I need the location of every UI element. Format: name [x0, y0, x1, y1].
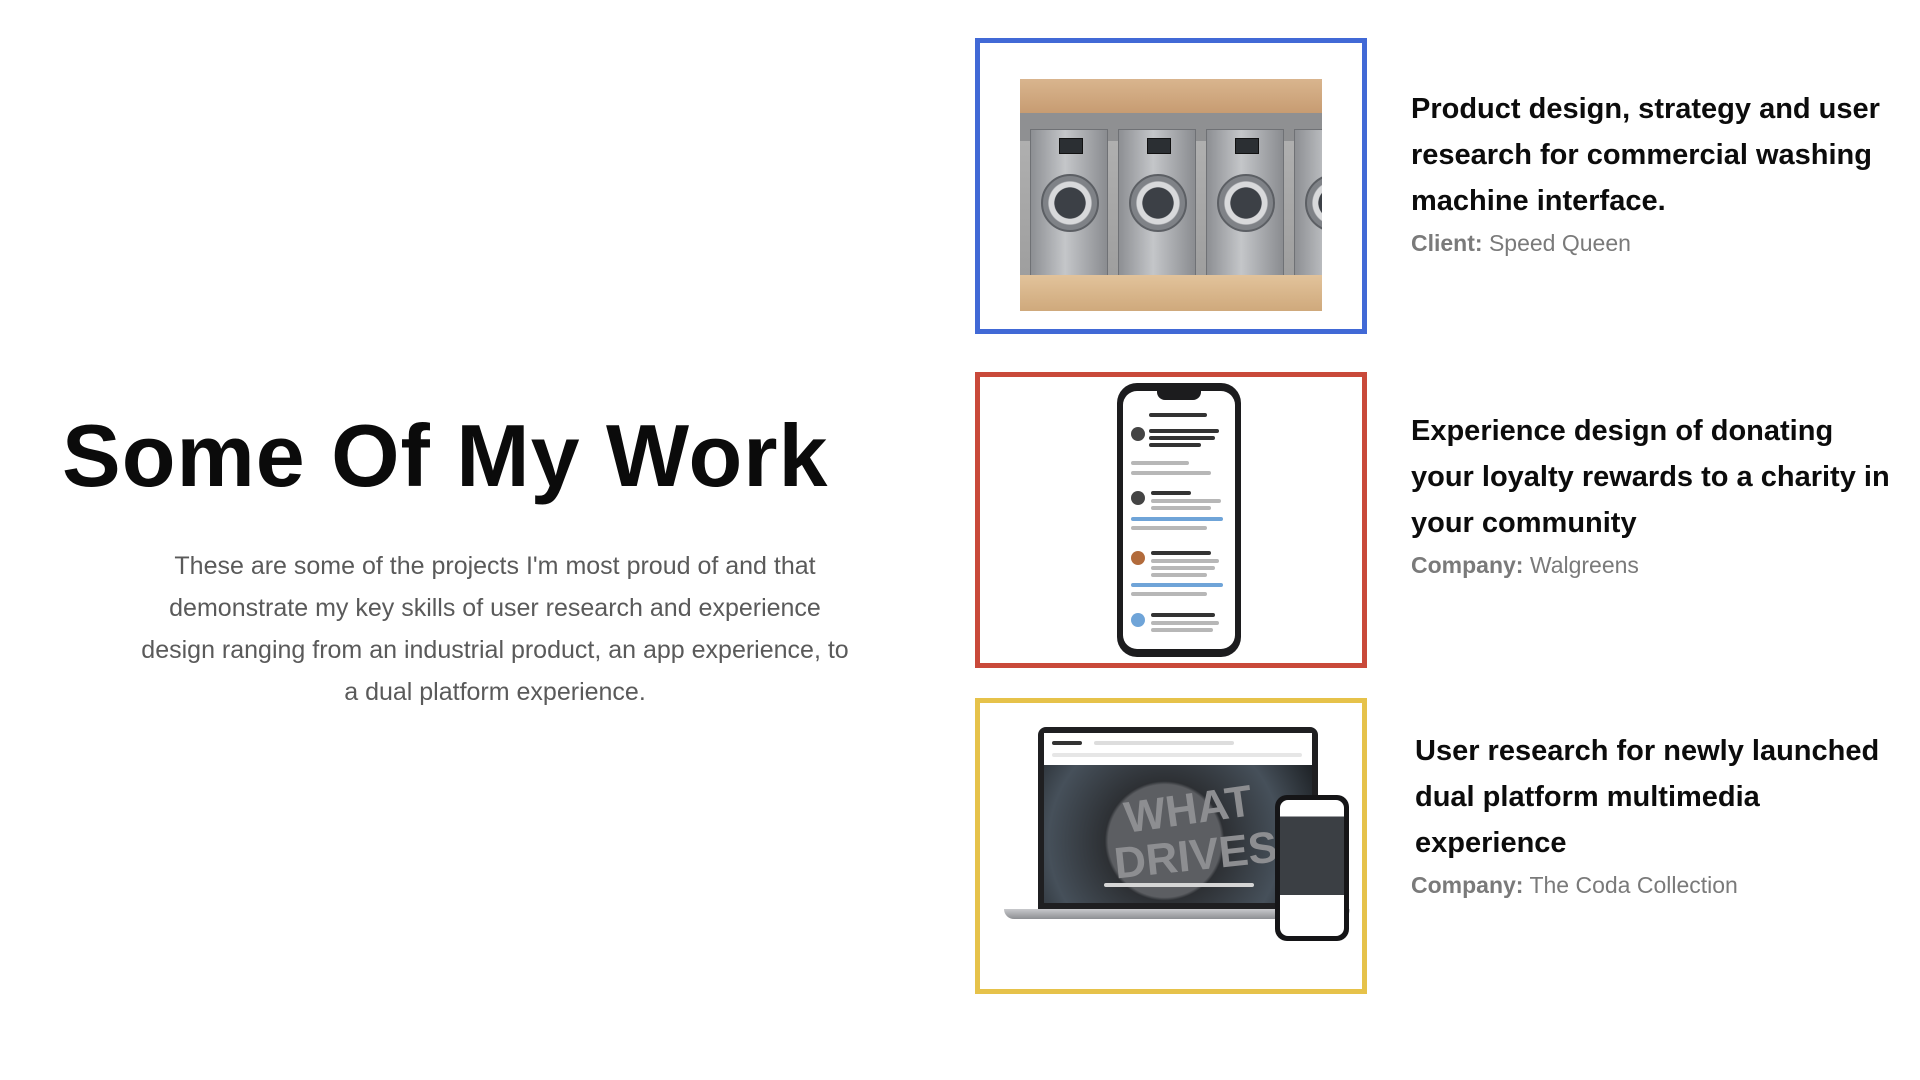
- project-description: Experience design of donating your loyal…: [1411, 408, 1891, 579]
- page: Some Of My Work These are some of the pr…: [0, 0, 1920, 1080]
- donation-app-phone-image: [1117, 383, 1241, 657]
- company-label: Company:: [1411, 872, 1524, 898]
- project-image-link[interactable]: [975, 372, 1367, 668]
- project-image-link[interactable]: [975, 38, 1367, 334]
- project-card-walgreens: Experience design of donating your loyal…: [975, 372, 1900, 672]
- client-name: Speed Queen: [1488, 230, 1631, 256]
- project-image-link[interactable]: WHAT DRIVES: [975, 698, 1367, 994]
- intro-description: These are some of the projects I'm most …: [141, 552, 849, 706]
- project-description: Product design, strategy and user resear…: [1411, 86, 1891, 257]
- project-description: User research for newly launched dual pl…: [1411, 728, 1895, 899]
- project-company: Company: The Coda Collection: [1411, 872, 1895, 899]
- company-name: Walgreens: [1529, 552, 1639, 578]
- company-label: Company:: [1411, 552, 1524, 578]
- page-title: Some Of My Work: [62, 406, 829, 505]
- company-name: The Coda Collection: [1529, 872, 1738, 898]
- project-client: Client: Speed Queen: [1411, 230, 1891, 257]
- project-card-coda-collection: WHAT DRIVES User research for newly laun…: [975, 698, 1900, 998]
- project-company: Company: Walgreens: [1411, 552, 1891, 579]
- project-heading: Product design, strategy and user resear…: [1411, 93, 1880, 217]
- project-card-washing-machine: Product design, strategy and user resear…: [975, 38, 1900, 338]
- project-heading: Experience design of donating your loyal…: [1411, 415, 1890, 539]
- client-label: Client:: [1411, 230, 1483, 256]
- project-heading: User research for newly launched dual pl…: [1415, 735, 1880, 859]
- washing-machines-image: [1020, 79, 1322, 311]
